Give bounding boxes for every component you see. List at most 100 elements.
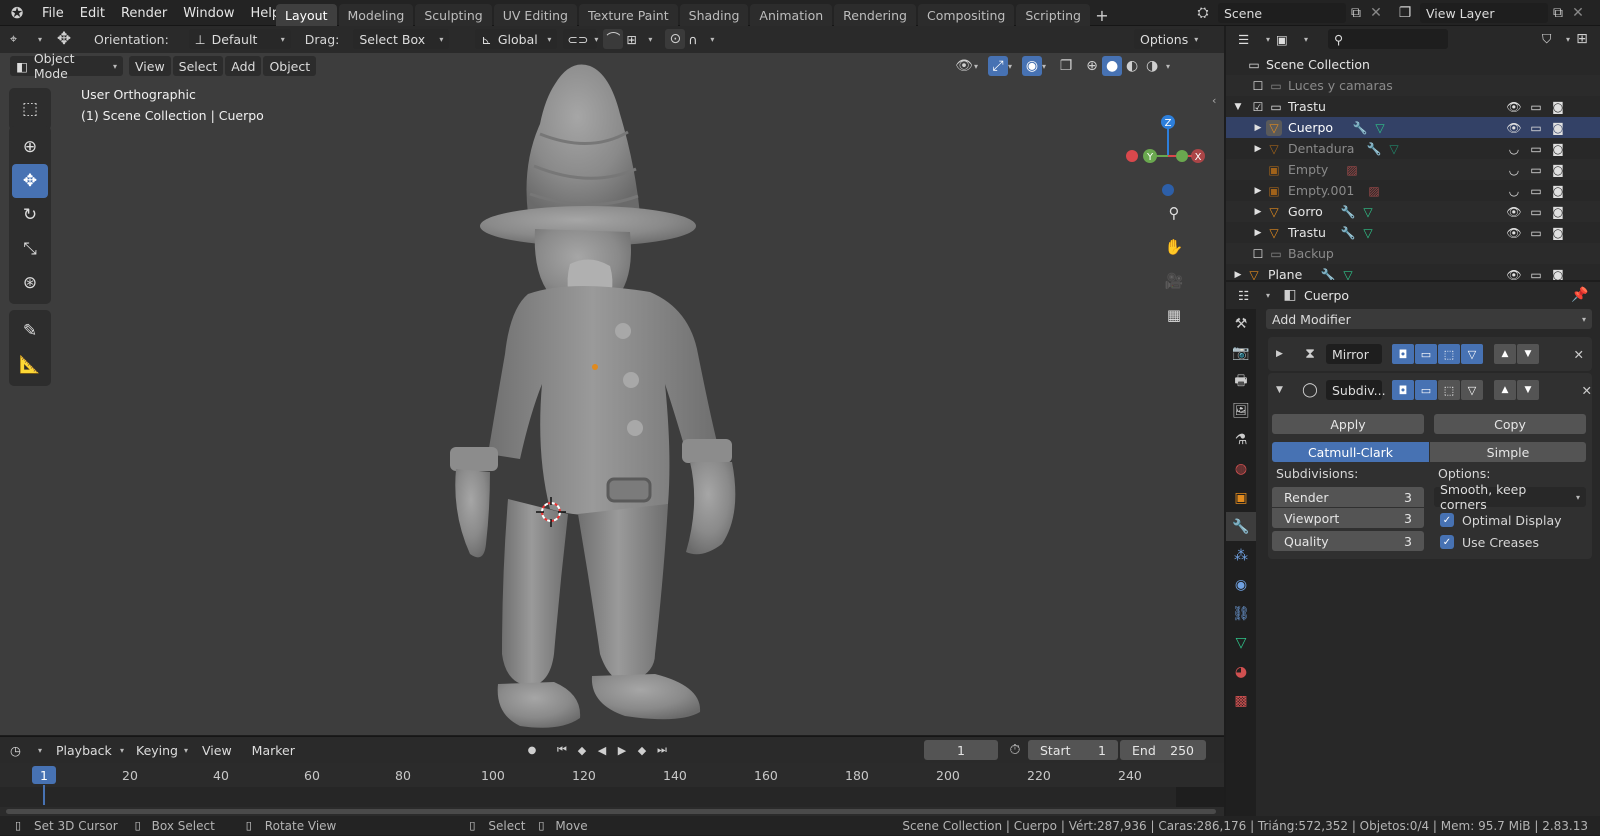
3d-viewport[interactable]: ⌖ ▾ ✥ Orientation: ⊥ Default ▾ Drag: Select…: [0, 26, 1224, 735]
tab-animation[interactable]: Animation: [750, 4, 833, 26]
mirror-name-field[interactable]: Mirror: [1326, 344, 1382, 364]
scale-tool-icon[interactable]: ⤡: [12, 232, 48, 266]
eye-icon[interactable]: 👁: [1506, 120, 1522, 136]
monitor-icon[interactable]: ▭: [1528, 99, 1544, 115]
camera-icon[interactable]: ◙: [1550, 120, 1566, 136]
drag-dropdown[interactable]: Select Box ▾: [353, 29, 450, 49]
eye-icon[interactable]: 👁: [1506, 99, 1522, 115]
menu-select[interactable]: Select: [172, 56, 224, 76]
prev-keyframe-icon[interactable]: ◆: [572, 740, 592, 760]
cursor-tool-icon[interactable]: ⊕: [12, 130, 48, 164]
proportional-edit-icon[interactable]: ⊙: [665, 29, 686, 49]
move-down-icon[interactable]: ▼: [1517, 344, 1539, 364]
show-viewport-icon[interactable]: ▭: [1415, 344, 1437, 364]
delete-scene-icon[interactable]: ✕: [1366, 3, 1386, 23]
output-tab-icon[interactable]: 🖶: [1226, 367, 1256, 396]
pan-hand-icon[interactable]: ✋: [1161, 234, 1187, 260]
end-frame-field[interactable]: End 250: [1120, 740, 1206, 760]
wireframe-shading-icon[interactable]: ⊕: [1082, 56, 1102, 76]
menu-object[interactable]: Object: [263, 56, 317, 76]
properties-editor-type[interactable]: ☷ ▾: [1236, 285, 1272, 305]
view-layer-tab-icon[interactable]: 🖼: [1226, 396, 1256, 425]
move-tool-icon[interactable]: ✥: [54, 29, 74, 49]
start-frame-field[interactable]: Start 1: [1028, 740, 1118, 760]
camera-icon[interactable]: ◙: [1550, 99, 1566, 115]
gnome-character-model[interactable]: [450, 54, 770, 735]
monitor-icon[interactable]: ▭: [1528, 204, 1544, 220]
eye-icon[interactable]: 👁: [1506, 204, 1522, 220]
rendered-shading-icon[interactable]: ◑: [1142, 56, 1162, 76]
menu-edit[interactable]: Edit: [72, 0, 113, 26]
blender-logo-icon[interactable]: ✪: [0, 3, 34, 23]
monitor-icon[interactable]: ▭: [1528, 183, 1544, 199]
marker-menu[interactable]: Marker: [246, 740, 301, 760]
subdivision-name-field[interactable]: Subdiv...: [1326, 380, 1386, 400]
add-workspace-icon[interactable]: +: [1092, 5, 1112, 25]
scene-tab-icon[interactable]: ⚗: [1226, 425, 1256, 454]
checkbox-unchecked-icon[interactable]: ☐: [1250, 78, 1266, 94]
monitor-icon[interactable]: ▭: [1528, 225, 1544, 241]
show-editmode-icon[interactable]: ⬚: [1438, 344, 1460, 364]
play-icon[interactable]: ▶: [612, 740, 632, 760]
menu-window[interactable]: Window: [175, 0, 242, 26]
tab-rendering[interactable]: Rendering: [834, 4, 916, 26]
playback-menu[interactable]: Playback ▾: [50, 740, 130, 760]
outliner-row-gorro[interactable]: ▶ ▽ Gorro 🔧 ▽ 👁 ▭ ◙: [1226, 201, 1600, 222]
show-on-cage-icon[interactable]: ▽: [1461, 344, 1483, 364]
new-scene-icon[interactable]: ⧉: [1346, 3, 1366, 23]
view-layer-selector[interactable]: View Layer: [1420, 3, 1548, 23]
remove-modifier-icon[interactable]: ✕: [1582, 383, 1592, 398]
tab-modeling[interactable]: Modeling: [338, 4, 414, 26]
shading-options-icon[interactable]: ▾: [1166, 62, 1170, 71]
outliner-row-plane[interactable]: ▶ ▽ Plane 🔧 ▽ 👁 ▭ ◙: [1226, 264, 1600, 280]
apply-button[interactable]: Apply: [1272, 414, 1424, 434]
eye-hidden-icon[interactable]: ◡: [1506, 183, 1522, 199]
constraints-tab-icon[interactable]: ⛓: [1226, 599, 1256, 628]
material-tab-icon[interactable]: ◕: [1226, 657, 1256, 686]
outliner-search-input[interactable]: ⚲: [1328, 29, 1448, 49]
outliner-row-luces[interactable]: ☐ ▭ Luces y camaras: [1226, 75, 1600, 96]
expand-down-icon[interactable]: ▼: [1230, 99, 1246, 115]
select-box-tool-icon[interactable]: ⬚: [12, 92, 48, 126]
outliner-row-empty[interactable]: ▣ Empty ▨ ◡ ▭ ◙: [1226, 159, 1600, 180]
uv-smooth-dropdown[interactable]: Smooth, keep corners ▾: [1434, 482, 1586, 512]
tab-scripting[interactable]: Scripting: [1016, 4, 1090, 26]
show-render-icon[interactable]: ◘: [1392, 380, 1414, 400]
texture-tab-icon[interactable]: ▩: [1226, 686, 1256, 715]
pivot-dropdown[interactable]: ⊂⊃ ▾: [563, 29, 598, 49]
camera-icon[interactable]: ◙: [1550, 162, 1566, 178]
render-levels-field[interactable]: Render 3: [1272, 487, 1424, 507]
options-dropdown[interactable]: Options ▾: [1134, 29, 1200, 49]
checkbox-checked-icon[interactable]: ☑: [1250, 99, 1266, 115]
show-editmode-icon[interactable]: ⬚: [1438, 380, 1460, 400]
render-tab-icon[interactable]: 📷: [1226, 338, 1256, 367]
camera-icon[interactable]: ◙: [1550, 225, 1566, 241]
navigation-gizmo[interactable]: Z Y X: [1124, 112, 1214, 202]
menu-render[interactable]: Render: [113, 0, 175, 26]
eye-hidden-icon[interactable]: ◡: [1506, 141, 1522, 157]
expand-right-icon[interactable]: ▶: [1276, 349, 1294, 359]
menu-view[interactable]: View: [129, 56, 171, 76]
camera-icon[interactable]: ◙: [1550, 183, 1566, 199]
keying-menu[interactable]: Keying ▾: [130, 740, 194, 760]
expand-right-icon[interactable]: ▶: [1250, 204, 1266, 220]
zoom-icon[interactable]: ⚲: [1161, 200, 1187, 226]
transform-orientation-dropdown[interactable]: ⊾ Global ▾: [475, 29, 558, 49]
outliner-row-scene-collection[interactable]: ▭ Scene Collection: [1226, 54, 1600, 75]
tab-uv-editing[interactable]: UV Editing: [493, 4, 577, 26]
overlay-icon[interactable]: ◉: [1022, 56, 1043, 76]
tab-layout[interactable]: Layout: [276, 4, 337, 26]
pin-icon[interactable]: 📌: [1570, 285, 1590, 305]
use-creases-checkbox[interactable]: ✓ Use Creases: [1440, 533, 1539, 551]
annotate-tool-icon[interactable]: ✎: [12, 314, 48, 348]
falloff-dropdown[interactable]: ∩ ▾: [685, 29, 717, 49]
expand-right-icon[interactable]: ▶: [1250, 120, 1266, 136]
playhead-marker[interactable]: 1: [32, 766, 56, 784]
catmull-clark-option[interactable]: Catmull-Clark: [1272, 442, 1429, 462]
add-modifier-dropdown[interactable]: Add Modifier ▾: [1266, 309, 1592, 329]
timeline-editor-type[interactable]: ◷ ▾: [8, 740, 44, 760]
object-tab-icon[interactable]: ▣: [1226, 483, 1256, 512]
snap-icon[interactable]: ⌒: [603, 29, 624, 49]
menu-file[interactable]: File: [34, 0, 72, 26]
checkbox-unchecked-icon[interactable]: ☐: [1250, 246, 1266, 262]
